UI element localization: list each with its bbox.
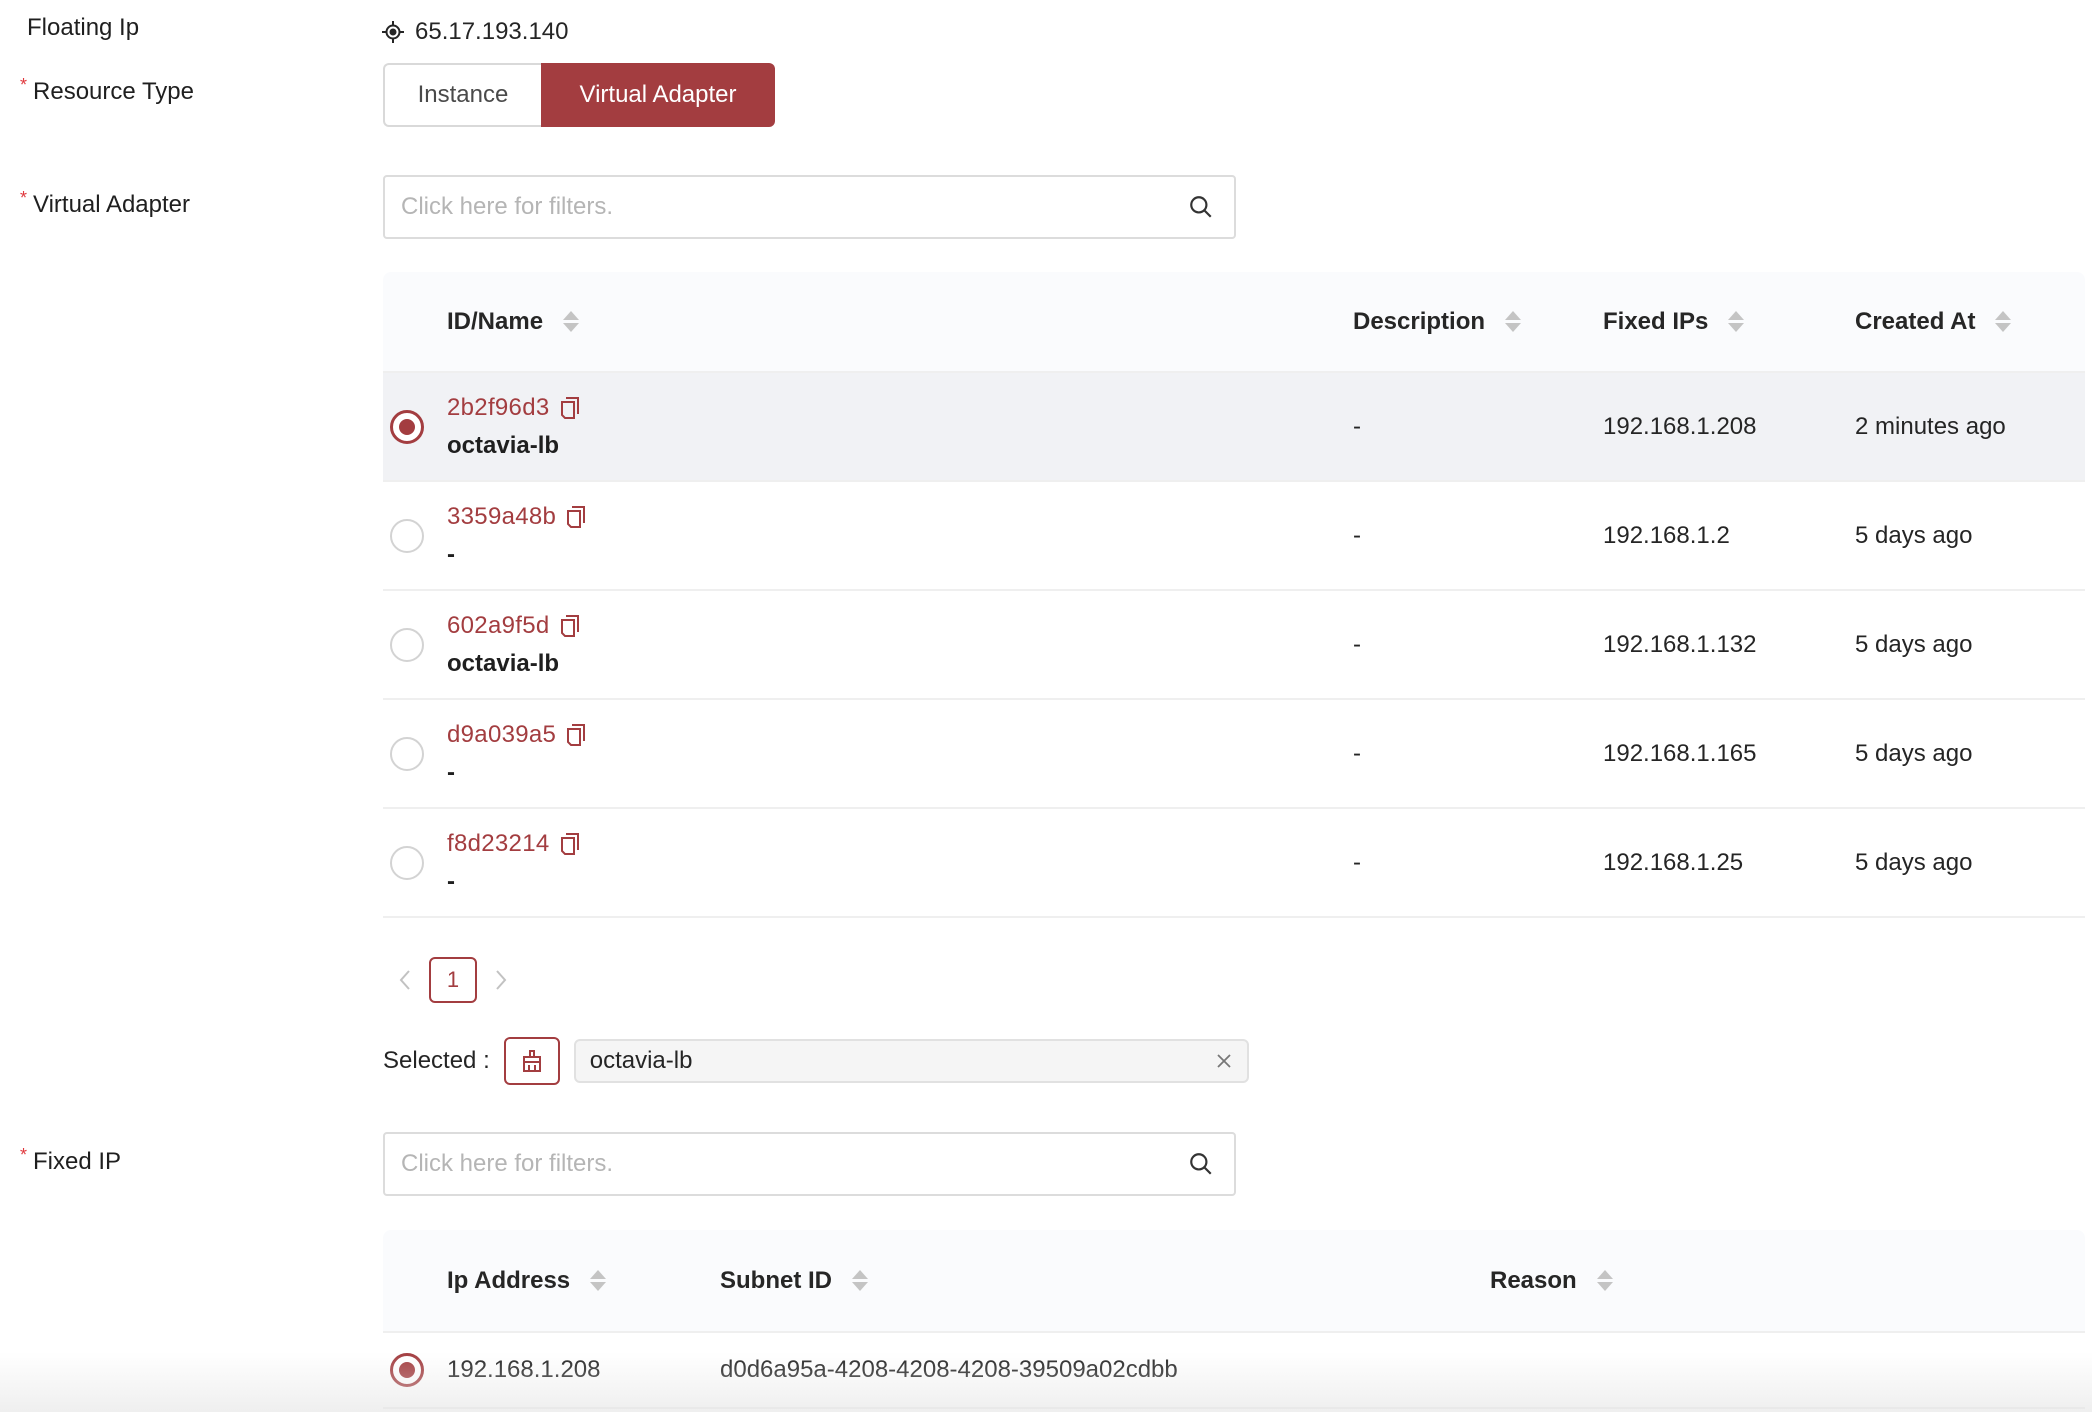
adapter-name: - (447, 758, 455, 786)
resource-type-label: * Resource Type (20, 75, 194, 105)
sort-icon[interactable] (563, 311, 580, 332)
virtual-adapter-label: * Virtual Adapter (20, 188, 191, 218)
ip-address-cell: 192.168.1.208 (447, 1356, 601, 1383)
column-header-description[interactable]: Description (1353, 272, 1522, 371)
table-header: ID/Name Description Fixed IPs Created At (383, 272, 2085, 373)
next-page-button[interactable] (489, 965, 513, 995)
id-name-cell: 2b2f96d3 octavia-lb (447, 373, 580, 480)
crosshair-icon (382, 21, 404, 43)
created-at-cell: 2 minutes ago (1855, 412, 2006, 440)
description-cell: - (1353, 412, 1361, 440)
column-header-fixed-ips[interactable]: Fixed IPs (1603, 272, 1745, 371)
brush-icon (522, 1050, 541, 1072)
id-name-cell: d9a039a5 - (447, 700, 586, 807)
column-header-created-at[interactable]: Created At (1855, 272, 2012, 371)
adapter-name: octavia-lb (447, 431, 560, 459)
copy-icon[interactable] (566, 505, 586, 529)
row-radio[interactable] (390, 845, 424, 880)
row-radio[interactable] (390, 409, 424, 444)
fixed-ips-cell: 192.168.1.25 (1603, 848, 1744, 876)
row-radio[interactable] (390, 1353, 424, 1387)
table-row[interactable]: 602a9f5d octavia-lb - 192.168.1.132 5 da… (383, 591, 2085, 700)
created-at-cell: 5 days ago (1855, 739, 1973, 767)
fixed-ips-cell: 192.168.1.208 (1603, 412, 1757, 440)
selected-tag-value: octavia-lb (589, 1047, 693, 1074)
table-row[interactable]: 192.168.1.208 d0d6a95a-4208-4208-4208-39… (383, 1333, 2085, 1409)
adapter-id-link[interactable]: d9a039a5 (447, 721, 556, 749)
resource-type-virtual-adapter-button[interactable]: Virtual Adapter (541, 63, 775, 127)
sort-icon[interactable] (590, 1270, 607, 1291)
table-row[interactable]: d9a039a5 - - 192.168.1.165 5 days ago (383, 700, 2085, 809)
copy-icon[interactable] (560, 396, 580, 420)
search-icon[interactable] (1188, 194, 1214, 220)
clear-selection-button[interactable] (503, 1037, 560, 1085)
row-radio[interactable] (390, 518, 424, 553)
prev-page-button[interactable] (393, 965, 417, 995)
column-header-id-name[interactable]: ID/Name (447, 272, 580, 371)
fixed-ips-cell: 192.168.1.165 (1603, 739, 1757, 767)
resource-type-instance-button[interactable]: Instance (383, 63, 541, 127)
created-at-cell: 5 days ago (1855, 630, 1973, 658)
id-name-cell: 602a9f5d octavia-lb (447, 591, 580, 698)
fixed-ips-cell: 192.168.1.2 (1603, 521, 1730, 549)
column-header-ip-address[interactable]: Ip Address (447, 1230, 607, 1331)
chevron-right-icon (496, 970, 507, 990)
required-mark: * (20, 1145, 28, 1165)
sort-icon[interactable] (1596, 1270, 1613, 1291)
adapter-id-link[interactable]: 3359a48b (447, 503, 556, 531)
search-icon[interactable] (1188, 1151, 1214, 1177)
required-mark: * (20, 188, 28, 208)
floating-ip-label: Floating Ip (27, 14, 140, 41)
sort-icon[interactable] (1728, 311, 1745, 332)
table-header: Ip Address Subnet ID Reason (383, 1230, 2085, 1333)
selected-label: Selected : (383, 1047, 490, 1074)
virtual-adapter-search[interactable] (383, 175, 1236, 239)
selected-tag: octavia-lb (573, 1039, 1249, 1083)
table-row[interactable]: 2b2f96d3 octavia-lb - 192.168.1.208 2 mi… (383, 373, 2085, 482)
adapter-id-link[interactable]: 602a9f5d (447, 612, 550, 640)
description-cell: - (1353, 739, 1361, 767)
adapter-id-link[interactable]: 2b2f96d3 (447, 394, 550, 422)
close-icon[interactable] (1215, 1052, 1233, 1070)
chevron-left-icon (399, 970, 410, 990)
row-radio[interactable] (390, 627, 424, 662)
column-header-reason[interactable]: Reason (1490, 1230, 1613, 1331)
virtual-adapter-table: ID/Name Description Fixed IPs Created At… (383, 272, 2085, 918)
fixed-ip-label: * Fixed IP (20, 1145, 122, 1175)
column-header-subnet-id[interactable]: Subnet ID (720, 1230, 868, 1331)
virtual-adapter-search-input[interactable] (401, 193, 1188, 221)
fixed-ips-cell: 192.168.1.132 (1603, 630, 1757, 658)
resource-type-toggle: Instance Virtual Adapter (383, 63, 775, 127)
page-1-button[interactable]: 1 (429, 957, 477, 1003)
subnet-id-cell: d0d6a95a-4208-4208-4208-39509a02cdbb (720, 1356, 1178, 1383)
adapter-name: - (447, 540, 455, 568)
copy-icon[interactable] (560, 832, 580, 856)
table-row[interactable]: 3359a48b - - 192.168.1.2 5 days ago (383, 482, 2085, 591)
required-mark: * (20, 75, 28, 95)
floating-ip-value: 65.17.193.140 (415, 18, 569, 45)
fixed-ip-search-input[interactable] (401, 1150, 1188, 1178)
fixed-ip-search[interactable] (383, 1132, 1236, 1196)
copy-icon[interactable] (560, 614, 580, 638)
pagination: 1 (393, 957, 513, 1003)
description-cell: - (1353, 630, 1361, 658)
table-row[interactable]: f8d23214 - - 192.168.1.25 5 days ago (383, 809, 2085, 918)
floating-ip-value-group: 65.17.193.140 (381, 14, 568, 50)
sort-icon[interactable] (1505, 311, 1522, 332)
id-name-cell: 3359a48b - (447, 482, 586, 589)
created-at-cell: 5 days ago (1855, 848, 1973, 876)
description-cell: - (1353, 521, 1361, 549)
selected-row: Selected : octavia-lb (383, 1036, 1249, 1086)
id-name-cell: f8d23214 - (447, 809, 580, 916)
sort-icon[interactable] (1995, 311, 2012, 332)
adapter-id-link[interactable]: f8d23214 (447, 830, 550, 858)
adapter-name: octavia-lb (447, 649, 560, 677)
fixed-ip-table: Ip Address Subnet ID Reason 192.168.1.20… (383, 1230, 2085, 1409)
copy-icon[interactable] (566, 723, 586, 747)
sort-icon[interactable] (852, 1270, 868, 1291)
description-cell: - (1353, 848, 1361, 876)
row-radio[interactable] (390, 736, 424, 771)
created-at-cell: 5 days ago (1855, 521, 1973, 549)
adapter-name: - (447, 867, 455, 895)
